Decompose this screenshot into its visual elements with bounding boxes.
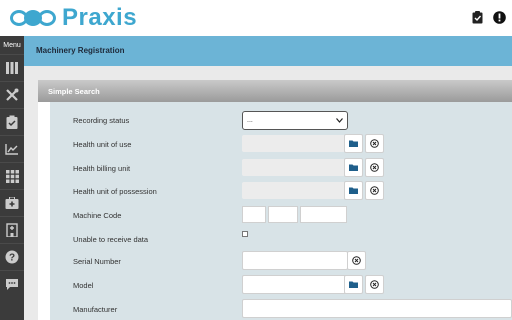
health-billing-unit-browse-button[interactable] bbox=[344, 158, 363, 177]
page-title: Machinery Registration bbox=[36, 46, 125, 55]
model-label: Model bbox=[73, 281, 94, 290]
model-browse-button[interactable] bbox=[344, 275, 363, 294]
manufacturer-label: Manufacturer bbox=[73, 305, 118, 314]
sidebar-item-hospital[interactable] bbox=[0, 216, 24, 243]
medical-kit-icon bbox=[5, 197, 19, 209]
sidebar-item-grid[interactable] bbox=[0, 162, 24, 189]
machine-code-part-2[interactable] bbox=[268, 206, 298, 223]
clear-icon bbox=[352, 256, 361, 265]
sidebar-item-chart[interactable] bbox=[0, 135, 24, 162]
clear-icon bbox=[370, 280, 379, 289]
folder-icon bbox=[349, 140, 358, 147]
health-unit-of-possession-field[interactable] bbox=[242, 182, 348, 199]
sidebar-item-help[interactable]: ? bbox=[0, 243, 24, 270]
sidebar-item-books[interactable] bbox=[0, 54, 24, 81]
health-unit-of-possession-label: Health unit of possession bbox=[73, 187, 157, 196]
grid-icon bbox=[5, 169, 19, 183]
health-unit-of-possession-browse-button[interactable] bbox=[344, 181, 363, 200]
tools-icon bbox=[6, 88, 19, 101]
help-icon: ? bbox=[5, 250, 19, 264]
chat-icon bbox=[6, 278, 18, 290]
machine-code-label: Machine Code bbox=[73, 211, 122, 220]
chart-line-icon bbox=[5, 144, 18, 155]
sidebar-item-medical[interactable] bbox=[0, 189, 24, 216]
content-area: Simple Search Recording status ... Healt… bbox=[24, 66, 512, 320]
sidebar-menu-label[interactable]: Menu bbox=[0, 36, 24, 54]
clipboard-check-icon bbox=[6, 115, 18, 129]
model-field[interactable] bbox=[242, 275, 348, 294]
recording-status-select[interactable]: ... bbox=[242, 111, 348, 130]
health-billing-unit-label: Health billing unit bbox=[73, 164, 131, 173]
machine-code-part-3[interactable] bbox=[300, 206, 347, 223]
health-unit-of-use-browse-button[interactable] bbox=[344, 134, 363, 153]
panel-header[interactable]: Simple Search bbox=[38, 80, 512, 102]
chevron-down-icon bbox=[336, 118, 343, 123]
clear-icon bbox=[370, 139, 379, 148]
sidebar-item-chat[interactable] bbox=[0, 270, 24, 297]
health-unit-of-use-field[interactable] bbox=[242, 135, 348, 152]
folder-icon bbox=[349, 187, 358, 194]
recording-status-value: ... bbox=[247, 117, 253, 124]
model-clear-button[interactable] bbox=[365, 275, 384, 294]
health-unit-of-use-clear-button[interactable] bbox=[365, 134, 384, 153]
page-header: Machinery Registration bbox=[24, 36, 512, 66]
health-unit-of-use-label: Health unit of use bbox=[73, 140, 132, 149]
alert-icon[interactable] bbox=[492, 10, 506, 24]
books-icon bbox=[6, 62, 18, 74]
praxis-logo[interactable]: Praxis bbox=[10, 5, 137, 31]
manufacturer-field[interactable] bbox=[242, 299, 512, 318]
hospital-icon bbox=[6, 223, 18, 237]
recording-status-label: Recording status bbox=[73, 116, 130, 125]
health-billing-unit-clear-button[interactable] bbox=[365, 158, 384, 177]
health-billing-unit-field[interactable] bbox=[242, 159, 348, 176]
sidebar: Menu ? bbox=[0, 36, 24, 320]
health-unit-of-possession-clear-button[interactable] bbox=[365, 181, 384, 200]
panel-left-strip bbox=[38, 102, 50, 320]
sidebar-item-clipboard[interactable] bbox=[0, 108, 24, 135]
folder-icon bbox=[349, 281, 358, 288]
sidebar-item-tools[interactable] bbox=[0, 81, 24, 108]
unable-to-receive-label: Unable to receive data bbox=[73, 235, 149, 244]
clear-icon bbox=[370, 163, 379, 172]
panel-title: Simple Search bbox=[48, 87, 100, 96]
machine-code-part-1[interactable] bbox=[242, 206, 266, 223]
svg-text:?: ? bbox=[9, 253, 15, 264]
simple-search-panel: Simple Search Recording status ... Healt… bbox=[38, 80, 512, 320]
serial-number-label: Serial Number bbox=[73, 257, 121, 266]
folder-icon bbox=[349, 164, 358, 171]
serial-number-field[interactable] bbox=[242, 251, 348, 270]
clipboard-check-icon[interactable] bbox=[470, 10, 484, 24]
unable-to-receive-checkbox[interactable] bbox=[242, 231, 248, 237]
top-bar: Praxis bbox=[0, 0, 512, 36]
logo-mark-icon bbox=[10, 6, 60, 30]
serial-number-clear-button[interactable] bbox=[347, 251, 366, 270]
logo-text: Praxis bbox=[62, 4, 138, 31]
clear-icon bbox=[370, 186, 379, 195]
